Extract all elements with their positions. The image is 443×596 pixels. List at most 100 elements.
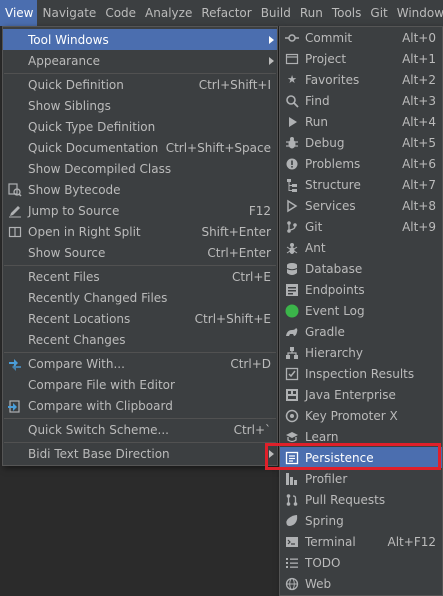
menu-analyze[interactable]: Analyze — [140, 0, 196, 26]
terminal-icon — [285, 535, 299, 549]
ant-icon — [285, 241, 299, 255]
menu-item-shortcut: Ctrl+Shift+E — [194, 311, 271, 326]
tool-window-todo[interactable]: TODO — [280, 552, 442, 573]
menu-item-label: Run — [305, 114, 329, 129]
project-icon — [285, 52, 299, 66]
menu-item-shortcut: Alt+2 — [402, 72, 436, 87]
menu-item-compare-with[interactable]: Compare With... Ctrl+D — [3, 353, 277, 374]
tool-window-key-promoter-x[interactable]: Key Promoter X — [280, 405, 442, 426]
menu-bar: View Navigate Code Analyze Refactor Buil… — [0, 0, 443, 26]
menu-item-shortcut: Alt+5 — [402, 135, 436, 150]
menu-item-quick-switch-scheme[interactable]: Quick Switch Scheme... Ctrl+` — [3, 419, 277, 440]
menu-navigate[interactable]: Navigate — [37, 0, 100, 26]
menu-item-label: Favorites — [305, 72, 360, 87]
menu-item-compare-with-clipboard[interactable]: Compare with Clipboard — [3, 395, 277, 416]
menu-item-quick-documentation[interactable]: Quick Documentation Ctrl+Shift+Space — [3, 137, 277, 158]
tool-window-run[interactable]: Run Alt+4 — [280, 111, 442, 132]
tool-window-debug[interactable]: Debug Alt+5 — [280, 132, 442, 153]
menu-item-recently-changed-files[interactable]: Recently Changed Files — [3, 287, 277, 308]
menu-item-shortcut: F12 — [248, 203, 271, 218]
menu-item-shortcut: Alt+7 — [402, 177, 436, 192]
tool-window-git[interactable]: Git Alt+9 — [280, 216, 442, 237]
menu-item-label: Find — [305, 93, 330, 108]
menu-item-label: Web — [305, 576, 332, 591]
endpoints-icon — [285, 283, 299, 297]
menu-view[interactable]: View — [0, 0, 38, 26]
menu-item-show-source[interactable]: Show Source Ctrl+Enter — [3, 242, 277, 263]
menu-build[interactable]: Build — [256, 0, 295, 26]
menu-item-label: Show Decompiled Class — [28, 161, 172, 176]
menu-item-show-siblings[interactable]: Show Siblings — [3, 95, 277, 116]
menu-item-bidi-text-base-direction[interactable]: Bidi Text Base Direction — [3, 443, 277, 464]
menu-item-shortcut: Alt+3 — [402, 93, 436, 108]
menu-item-recent-changes[interactable]: Recent Changes — [3, 329, 277, 350]
menu-item-recent-locations[interactable]: Recent Locations Ctrl+Shift+E — [3, 308, 277, 329]
menu-item-recent-files[interactable]: Recent Files Ctrl+E — [3, 266, 277, 287]
event-log-icon — [285, 304, 299, 318]
menu-item-label: Open in Right Split — [28, 224, 141, 239]
menu-item-label: Quick Definition — [28, 77, 124, 92]
menu-item-label: Recent Files — [28, 269, 100, 284]
tool-window-spring[interactable]: Spring — [280, 510, 442, 531]
tool-window-profiler[interactable]: Profiler — [280, 468, 442, 489]
menu-item-label: Java Enterprise — [305, 387, 396, 402]
menu-run[interactable]: Run — [295, 0, 327, 26]
menu-item-shortcut: Alt+8 — [402, 198, 436, 213]
menu-item-shortcut: Ctrl+Enter — [207, 245, 271, 260]
menu-code[interactable]: Code — [100, 0, 140, 26]
menu-item-label: Key Promoter X — [305, 408, 398, 423]
persistence-highlight-box — [265, 443, 441, 470]
commit-icon — [285, 31, 299, 45]
tool-window-inspection-results[interactable]: Inspection Results — [280, 363, 442, 384]
tool-window-java-enterprise[interactable]: Java Enterprise — [280, 384, 442, 405]
menu-item-shortcut: Ctrl+` — [233, 422, 271, 437]
bytecode-icon — [7, 182, 23, 198]
pencil-icon — [7, 203, 23, 219]
tool-window-structure[interactable]: Structure Alt+7 — [280, 174, 442, 195]
tool-window-web[interactable]: Web — [280, 573, 442, 594]
tool-window-favorites[interactable]: ★ Favorites Alt+2 — [280, 69, 442, 90]
tool-window-find[interactable]: Find Alt+3 — [280, 90, 442, 111]
tool-window-event-log[interactable]: Event Log — [280, 300, 442, 321]
menu-item-shortcut: Alt+9 — [402, 219, 436, 234]
menu-item-label: Spring — [305, 513, 344, 528]
menu-item-show-decompiled-class[interactable]: Show Decompiled Class — [3, 158, 277, 179]
menu-refactor[interactable]: Refactor — [196, 0, 255, 26]
tool-window-commit[interactable]: Commit Alt+0 — [280, 27, 442, 48]
menu-item-show-bytecode[interactable]: Show Bytecode — [3, 179, 277, 200]
menu-item-compare-file-with-editor[interactable]: Compare File with Editor — [3, 374, 277, 395]
tool-window-services[interactable]: Services Alt+8 — [280, 195, 442, 216]
menu-item-open-in-right-split[interactable]: Open in Right Split Shift+Enter — [3, 221, 277, 242]
menu-item-appearance[interactable]: Appearance — [3, 50, 277, 71]
menu-item-label: Gradle — [305, 324, 345, 339]
menu-item-label: Endpoints — [305, 282, 365, 297]
menu-git[interactable]: Git — [365, 0, 391, 26]
tool-window-gradle[interactable]: Gradle — [280, 321, 442, 342]
menu-item-tool-windows[interactable]: Tool Windows — [3, 29, 277, 50]
view-menu-dropdown: Tool Windows Appearance Quick Definition… — [2, 26, 278, 466]
tool-window-problems[interactable]: Problems Alt+6 — [280, 153, 442, 174]
database-icon — [285, 262, 299, 276]
clipboard-compare-icon — [7, 398, 23, 414]
menu-item-label: Git — [305, 219, 323, 234]
menu-window[interactable]: Window — [392, 0, 443, 26]
menu-item-label: Quick Type Definition — [28, 119, 156, 134]
tool-window-endpoints[interactable]: Endpoints — [280, 279, 442, 300]
java-enterprise-icon — [285, 388, 299, 402]
menu-item-label: Event Log — [305, 303, 365, 318]
menu-item-label: Bidi Text Base Direction — [28, 446, 170, 461]
menu-tools[interactable]: Tools — [327, 0, 366, 26]
tool-window-database[interactable]: Database — [280, 258, 442, 279]
menu-item-label: Project — [305, 51, 347, 66]
tool-window-terminal[interactable]: Terminal Alt+F12 — [280, 531, 442, 552]
tool-window-hierarchy[interactable]: Hierarchy — [280, 342, 442, 363]
menu-item-quick-type-definition[interactable]: Quick Type Definition — [3, 116, 277, 137]
tool-window-pull-requests[interactable]: Pull Requests — [280, 489, 442, 510]
tool-window-project[interactable]: Project Alt+1 — [280, 48, 442, 69]
menu-item-shortcut: Alt+6 — [402, 156, 436, 171]
menu-item-jump-to-source[interactable]: Jump to Source F12 — [3, 200, 277, 221]
tool-window-ant[interactable]: Ant — [280, 237, 442, 258]
menu-item-label: Compare With... — [28, 356, 125, 371]
menu-item-quick-definition[interactable]: Quick Definition Ctrl+Shift+I — [3, 74, 277, 95]
menu-item-shortcut: Ctrl+E — [232, 269, 271, 284]
